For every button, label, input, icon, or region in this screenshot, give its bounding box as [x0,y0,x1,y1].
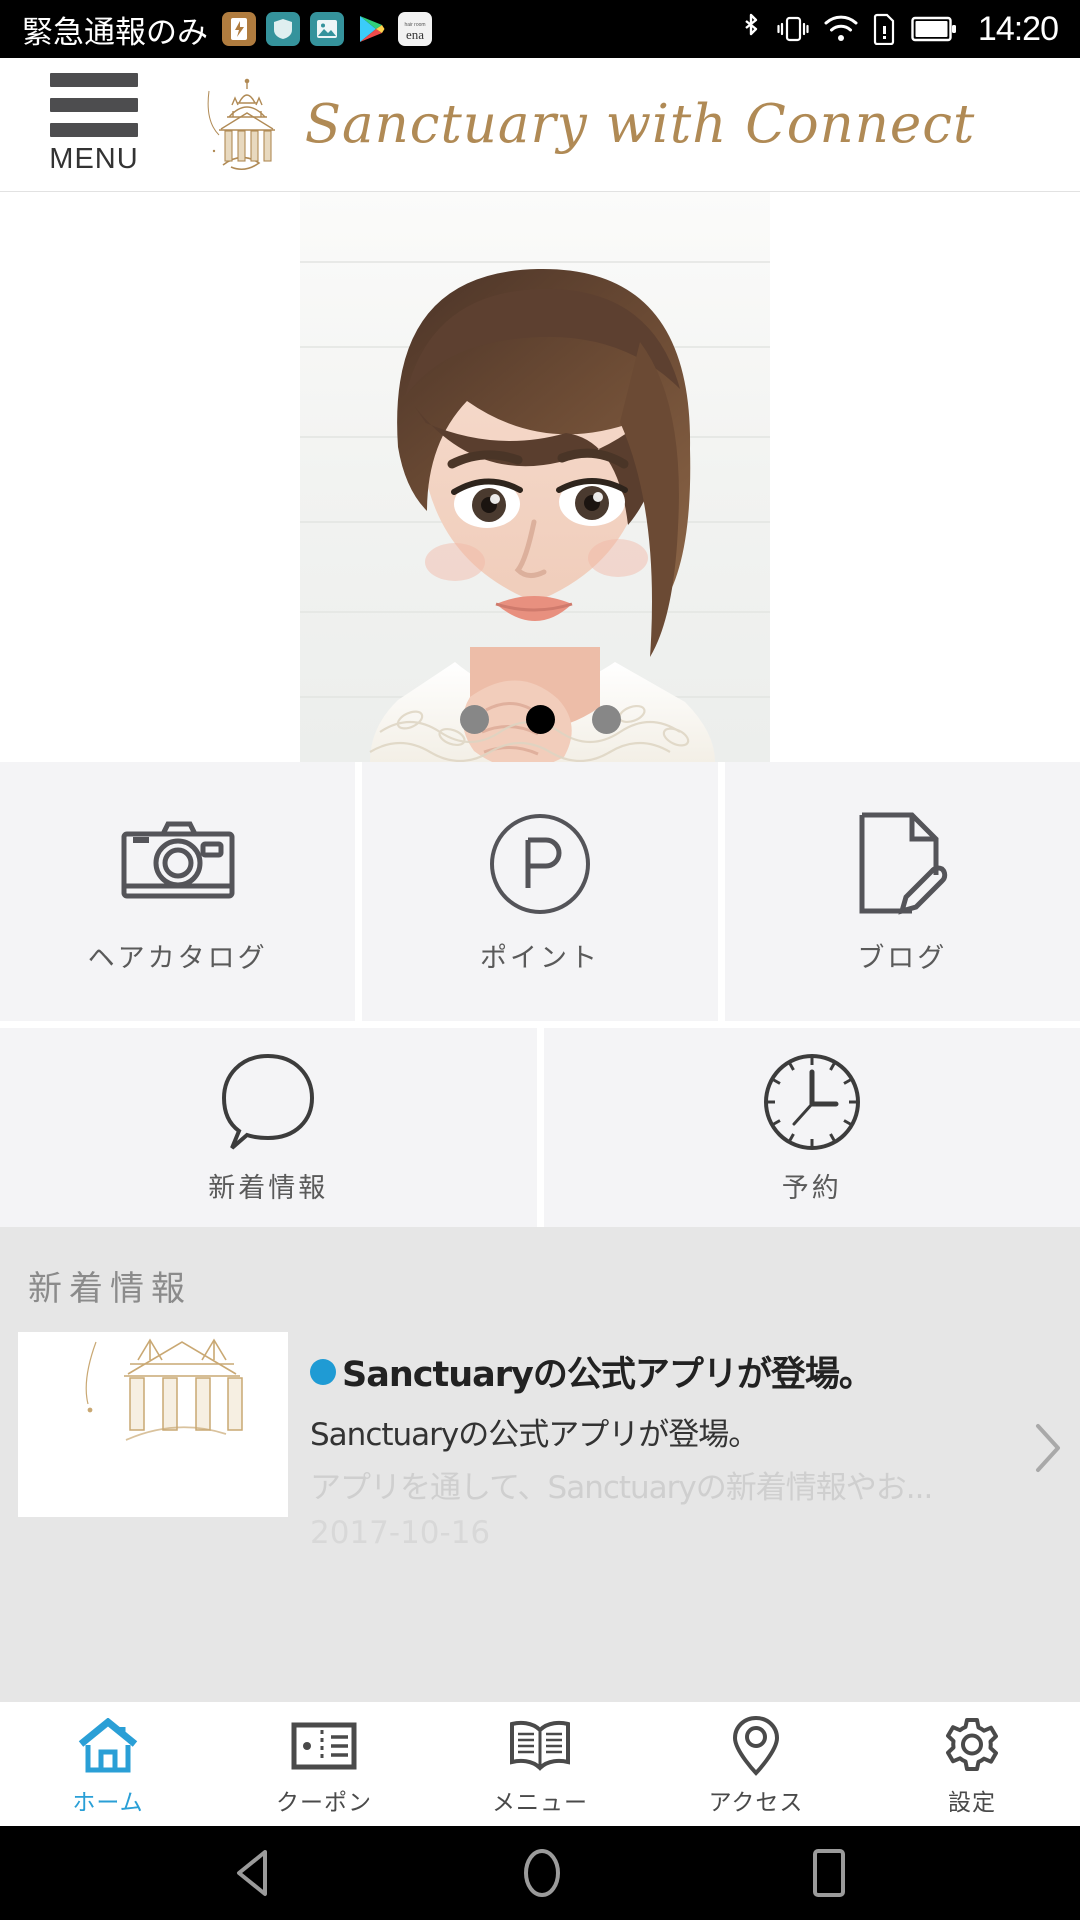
recents-square-icon[interactable] [809,1847,849,1899]
tab-access[interactable]: アクセス [648,1702,864,1826]
tile-reservation[interactable]: 予約 [543,1028,1080,1227]
carousel-dot-1[interactable] [459,705,489,734]
open-book-icon [508,1715,572,1777]
gallery-icon [310,12,344,46]
tab-home[interactable]: ホーム [0,1702,216,1826]
news-item-title: Sanctuaryの公式アプリが登場。 [342,1355,874,1395]
battery-icon [911,15,957,43]
news-list-item[interactable]: Sanctuaryの公式アプリが登場。 Sanctuaryの公式アプリが登場。 … [0,1332,1080,1551]
tab-label: クーポン [276,1790,372,1816]
clock-icon [760,1050,864,1154]
chevron-right-icon[interactable] [1026,1418,1070,1478]
news-text-block: Sanctuaryの公式アプリが登場。 Sanctuaryの公式アプリが登場。 … [288,1332,1060,1551]
battery-saver-icon [222,12,256,46]
news-thumbnail [18,1332,288,1517]
hero-carousel[interactable] [0,192,1080,762]
sd-card-icon [872,13,898,45]
tab-label: 設定 [948,1790,996,1816]
map-pin-icon [731,1715,781,1777]
news-item-title-row: Sanctuaryの公式アプリが登場。 [310,1346,1060,1397]
tile-label: 新着情報 [208,1173,329,1204]
tab-label: メニュー [492,1790,588,1816]
news-item-subtitle: Sanctuaryの公式アプリが登場。 [310,1417,759,1453]
app-logo-text: Sanctuary with Connect [304,94,976,155]
svg-text:ena: ena [406,27,424,42]
tile-news[interactable]: 新着情報 [0,1028,537,1227]
speech-bubble-icon [216,1050,320,1154]
app-header: MENU Sanctuary with Connect [0,58,1080,192]
shield-icon [266,12,300,46]
quick-menu-grid: ヘアカタログ ポイント ブログ 新着情報 予約 [0,762,1080,1227]
camera-icon [119,808,237,920]
tile-hair-catalog[interactable]: ヘアカタログ [0,762,356,1021]
vibrate-icon [776,12,810,46]
phone-screen: 緊急通報のみ hair room ena 14:20 MENU Sanctuar… [0,0,1080,1920]
gear-icon [943,1715,1001,1777]
hamburger-icon [50,73,138,137]
wifi-icon [823,14,859,44]
hero-image [0,192,1080,762]
news-section-title: 新着情報 [28,1269,192,1309]
news-bullet-icon [310,1358,336,1385]
tab-settings[interactable]: 設定 [864,1702,1080,1826]
tab-label: ホーム [72,1790,144,1816]
bottom-tab-bar: ホーム クーポン メニュー アクセス 設定 [0,1702,1080,1826]
tab-label: アクセス [708,1790,804,1816]
bluetooth-icon [739,12,763,46]
app-logo[interactable]: Sanctuary with Connect [154,73,1080,177]
document-pencil-icon [854,808,950,920]
status-notification-icons: hair room ena [222,12,432,46]
carousel-dot-3[interactable] [591,705,621,734]
menu-button[interactable]: MENU [34,73,154,176]
quick-menu-row-1: ヘアカタログ ポイント ブログ [0,762,1080,1021]
tile-label: ポイント [479,943,600,974]
ena-app-icon: hair room ena [398,12,432,46]
back-triangle-icon[interactable] [231,1848,275,1898]
clock-label: 14:20 [977,9,1059,48]
temple-logo-icon [207,78,275,170]
tile-label: ヘアカタログ [87,943,268,974]
status-bar: 緊急通報のみ hair room ena 14:20 [0,0,1080,58]
home-circle-icon[interactable] [517,1847,567,1899]
point-p-circle-icon [488,808,592,920]
carousel-dots[interactable] [0,705,1080,734]
tab-menu[interactable]: メニュー [432,1702,648,1826]
carrier-label: 緊急通報のみ [22,14,208,50]
tile-point[interactable]: ポイント [362,762,718,1021]
tile-label: ブログ [857,943,948,974]
menu-button-label: MENU [49,143,139,175]
news-item-date: 2017-10-16 [310,1515,491,1551]
coupon-ticket-icon [291,1715,357,1777]
play-store-icon [354,12,388,46]
home-icon [78,1715,138,1777]
status-system-icons: 14:20 [739,9,1059,49]
android-navigation-bar [0,1826,1080,1920]
quick-menu-row-2: 新着情報 予約 [0,1028,1080,1227]
news-item-excerpt: アプリを通して、Sanctuaryの新着情報やお... [310,1470,933,1506]
carousel-dot-2[interactable] [525,705,555,734]
tab-coupon[interactable]: クーポン [216,1702,432,1826]
tile-blog[interactable]: ブログ [724,762,1080,1021]
tile-label: 予約 [781,1173,842,1204]
